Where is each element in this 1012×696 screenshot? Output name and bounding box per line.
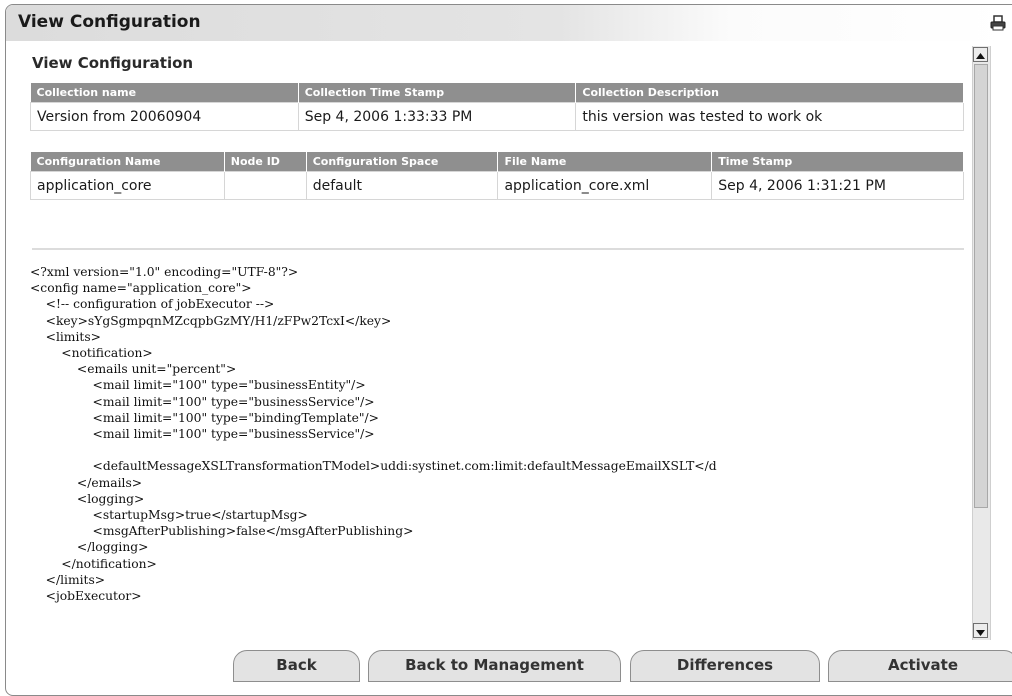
title-bar: View Configuration [6, 5, 1012, 41]
arrow-down-icon [976, 630, 985, 636]
table-header-row: Collection name Collection Time Stamp Co… [30, 83, 964, 103]
table-row: Version from 20060904 Sep 4, 2006 1:33:3… [30, 102, 964, 131]
xml-line: <!-- configuration of jobExecutor --> [30, 297, 275, 312]
column-header: Collection name [30, 83, 299, 103]
xml-content-view: <?xml version="1.0" encoding="UTF-8"?> <c… [30, 264, 966, 604]
xml-line: <defaultMessageXSLTransformationTModel>u… [30, 459, 717, 474]
file-name-cell: application_core.xml [497, 171, 713, 200]
collection-name-cell: Version from 20060904 [30, 102, 299, 131]
collection-table: Collection name Collection Time Stamp Co… [30, 83, 964, 131]
column-header: Configuration Space [306, 152, 499, 172]
scroll-down-button[interactable] [973, 623, 988, 638]
xml-line: <notification> [30, 346, 153, 361]
configuration-table: Configuration Name Node ID Configuration… [30, 152, 964, 200]
xml-line: <?xml version="1.0" encoding="UTF-8"?> [30, 265, 299, 279]
xml-line: <mail limit="100" type="bindingTemplate"… [30, 410, 379, 425]
printer-icon[interactable] [989, 14, 1007, 32]
xml-line: <logging> [30, 491, 145, 506]
xml-line [30, 442, 966, 458]
xml-line: <jobExecutor> [30, 589, 142, 604]
xml-line: </limits> [30, 572, 106, 587]
xml-line: <limits> [30, 329, 101, 344]
column-header: Collection Time Stamp [298, 83, 577, 103]
configuration-name-cell: application_core [30, 171, 225, 200]
scroll-up-button[interactable] [973, 47, 988, 62]
configuration-space-cell: default [305, 171, 499, 200]
back-button[interactable]: Back [233, 650, 360, 682]
main-content: View Configuration Collection name Colle… [30, 46, 966, 640]
xml-line: </logging> [30, 540, 149, 555]
scrollbar-thumb[interactable] [974, 64, 988, 508]
arrow-up-icon [976, 53, 985, 59]
back-to-management-button[interactable]: Back to Management [368, 650, 621, 682]
divider [32, 248, 964, 250]
column-header: Node ID [224, 152, 307, 172]
button-bar: Back Back to Management Differences Acti… [0, 644, 1012, 682]
xml-line: <emails unit="percent"> [30, 362, 237, 377]
collection-description-cell: this version was tested to work ok [575, 102, 964, 131]
column-header: Collection Description [575, 83, 964, 103]
xml-line: <config name="application_core"> [30, 281, 252, 296]
vertical-scrollbar[interactable] [972, 46, 991, 640]
node-id-cell [223, 171, 307, 200]
xml-line: <startupMsg>true</startupMsg> [30, 508, 308, 523]
xml-line: </notification> [30, 556, 157, 571]
column-header: Time Stamp [711, 152, 964, 172]
table-row: application_core default application_cor… [30, 171, 964, 200]
activate-button[interactable]: Activate [828, 650, 1012, 682]
xml-line: <mail limit="100" type="businessEntity"/… [30, 378, 366, 393]
timestamp-cell: Sep 4, 2006 1:31:21 PM [711, 171, 964, 200]
collection-timestamp-cell: Sep 4, 2006 1:33:33 PM [297, 102, 577, 131]
differences-button[interactable]: Differences [630, 650, 820, 682]
column-header: Configuration Name [30, 152, 225, 172]
table-header-row: Configuration Name Node ID Configuration… [30, 152, 964, 172]
xml-line: <mail limit="100" type="businessService"… [30, 394, 375, 409]
section-heading: View Configuration [32, 54, 194, 72]
xml-line: <msgAfterPublishing>false</msgAfterPubli… [30, 524, 414, 539]
xml-line: <mail limit="100" type="businessService"… [30, 427, 375, 442]
xml-line: </emails> [30, 475, 143, 490]
window-title: View Configuration [18, 12, 201, 32]
xml-line: <key>sYgSgmpqnMZcqpbGzMY/H1/zFPw2TcxI</k… [30, 313, 392, 328]
column-header: File Name [497, 152, 713, 172]
